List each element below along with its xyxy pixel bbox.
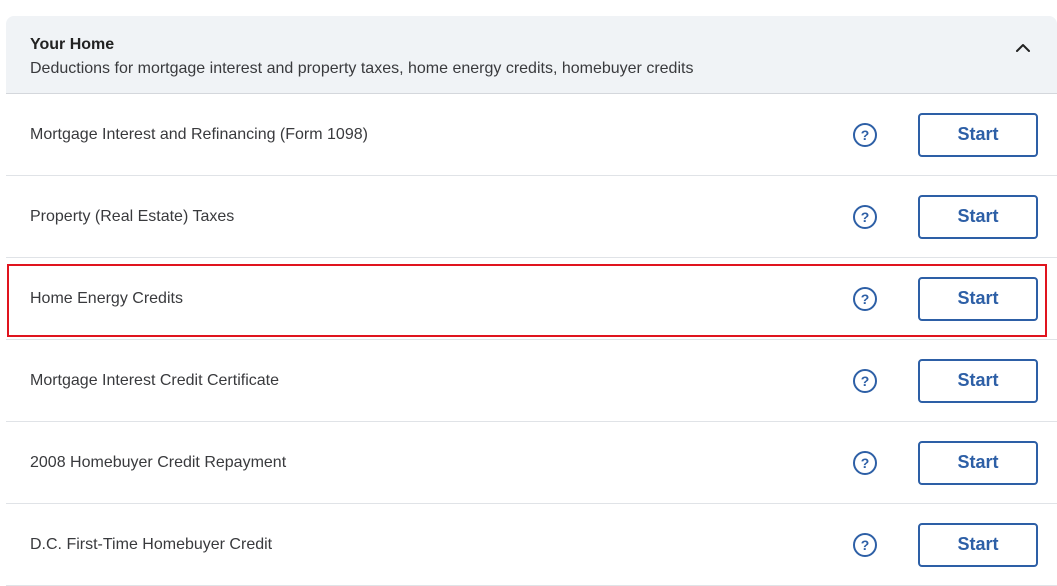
question-circle-icon[interactable]: ? <box>852 532 878 558</box>
row-label: Home Energy Credits <box>30 289 183 307</box>
row-label: Mortgage Interest and Refinancing (Form … <box>30 125 368 143</box>
svg-text:?: ? <box>861 373 870 389</box>
section-subtitle: Deductions for mortgage interest and pro… <box>30 60 694 77</box>
list-item-dc-homebuyer-credit: D.C. First-Time Homebuyer Credit ? Start <box>6 504 1057 586</box>
list-item-mortgage-credit-certificate: Mortgage Interest Credit Certificate ? S… <box>6 340 1057 422</box>
row-label: 2008 Homebuyer Credit Repayment <box>30 453 287 471</box>
question-circle-icon[interactable]: ? <box>852 450 878 476</box>
row-label: Mortgage Interest Credit Certificate <box>30 371 279 389</box>
start-button[interactable]: Start <box>918 358 1038 403</box>
list-item-mortgage-interest: Mortgage Interest and Refinancing (Form … <box>6 94 1057 176</box>
svg-text:?: ? <box>861 291 870 307</box>
list-item-home-energy-credits: Home Energy Credits ? Start <box>6 258 1057 340</box>
your-home-section: Your Home Deductions for mortgage intere… <box>6 16 1057 586</box>
question-circle-icon[interactable]: ? <box>852 204 878 230</box>
start-button[interactable]: Start <box>918 440 1038 485</box>
svg-text:?: ? <box>861 455 870 471</box>
question-circle-icon[interactable]: ? <box>852 122 878 148</box>
start-button[interactable]: Start <box>918 194 1038 239</box>
row-label: Property (Real Estate) Taxes <box>30 207 235 225</box>
deduction-list: Mortgage Interest and Refinancing (Form … <box>6 94 1057 586</box>
start-button[interactable]: Start <box>918 522 1038 567</box>
list-item-property-taxes: Property (Real Estate) Taxes ? Start <box>6 176 1057 258</box>
question-circle-icon[interactable]: ? <box>852 286 878 312</box>
section-title: Your Home <box>30 36 115 53</box>
svg-text:?: ? <box>861 537 870 553</box>
list-item-homebuyer-credit-repayment: 2008 Homebuyer Credit Repayment ? Start <box>6 422 1057 504</box>
start-button[interactable]: Start <box>918 112 1038 157</box>
start-button[interactable]: Start <box>918 276 1038 321</box>
svg-text:?: ? <box>861 127 870 143</box>
section-header[interactable]: Your Home Deductions for mortgage intere… <box>6 16 1057 94</box>
row-label: D.C. First-Time Homebuyer Credit <box>30 535 273 553</box>
chevron-up-icon[interactable] <box>1011 36 1035 60</box>
question-circle-icon[interactable]: ? <box>852 368 878 394</box>
svg-text:?: ? <box>861 209 870 225</box>
